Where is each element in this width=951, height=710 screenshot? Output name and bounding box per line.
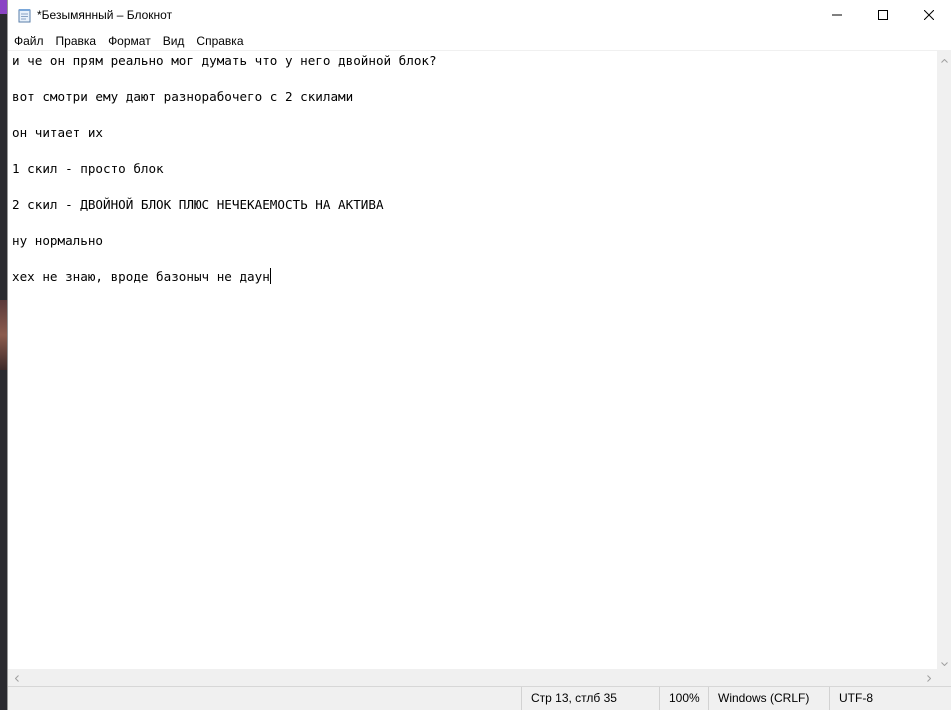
desktop-accent (0, 0, 7, 14)
text-line: он читает их (12, 125, 103, 140)
notepad-window: *Безымянный – Блокнот Файл Правка Формат… (0, 0, 951, 710)
status-bar: Стр 13, стлб 35 100% Windows (CRLF) UTF-… (8, 686, 951, 710)
close-icon (923, 7, 935, 25)
editor-text: и че он прям реально мог думать что у не… (12, 52, 437, 286)
maximize-icon (878, 7, 888, 25)
window-frame: *Безымянный – Блокнот Файл Правка Формат… (7, 0, 951, 710)
text-line-last: хех не знаю, вроде базоныч не даун (12, 268, 437, 286)
text-line: ну нормально (12, 233, 103, 248)
close-button[interactable] (906, 0, 951, 31)
text-caret (269, 268, 271, 284)
text-line (12, 178, 437, 196)
title-bar[interactable]: *Безымянный – Блокнот (8, 0, 951, 31)
desktop-wallpaper-fragment (0, 300, 7, 370)
text-line: и че он прям реально мог думать что у не… (12, 53, 437, 68)
scroll-down-button[interactable] (937, 654, 951, 669)
notepad-icon (18, 8, 32, 23)
scroll-left-button[interactable] (8, 669, 25, 686)
desktop-background-strip (0, 0, 7, 710)
vertical-scrollbar[interactable] (937, 51, 951, 669)
status-zoom: 100% (659, 687, 708, 710)
text-line (12, 250, 437, 268)
text-line (12, 106, 437, 124)
maximize-button[interactable] (860, 0, 906, 31)
status-encoding: UTF-8 (829, 687, 951, 710)
last-line-text: хех не знаю, вроде базоныч не даун (12, 269, 270, 284)
status-cursor-position: Стр 13, стлб 35 (521, 687, 659, 710)
window-title: *Безымянный – Блокнот (37, 8, 173, 22)
scrollbar-corner (937, 669, 951, 686)
status-line-ending: Windows (CRLF) (708, 687, 829, 710)
text-editor[interactable]: и че он прям реально мог думать что у не… (8, 51, 937, 669)
scroll-right-button[interactable] (920, 669, 937, 686)
text-line (12, 142, 437, 160)
text-line: 1 скил - просто блок (12, 161, 164, 176)
chevron-up-icon (941, 50, 948, 68)
menu-format[interactable]: Формат (102, 31, 157, 50)
menu-help[interactable]: Справка (190, 31, 249, 50)
text-line (12, 70, 437, 88)
chevron-left-icon (14, 669, 19, 687)
menu-file[interactable]: Файл (8, 31, 50, 50)
scroll-up-button[interactable] (937, 51, 951, 66)
menu-bar: Файл Правка Формат Вид Справка (8, 31, 951, 50)
text-line: 2 скил - ДВОЙНОЙ БЛОК ПЛЮС НЕЧЕКАЕМОСТЬ … (12, 197, 384, 212)
menu-view[interactable]: Вид (157, 31, 191, 50)
text-line (12, 214, 437, 232)
minimize-button[interactable] (814, 0, 860, 31)
horizontal-scrollbar[interactable] (8, 669, 937, 686)
chevron-right-icon (926, 669, 931, 687)
text-line: вот смотри ему дают разнорабочего с 2 ск… (12, 89, 354, 104)
minimize-icon (832, 7, 842, 25)
menu-edit[interactable]: Правка (50, 31, 103, 50)
chevron-down-icon (941, 653, 948, 671)
